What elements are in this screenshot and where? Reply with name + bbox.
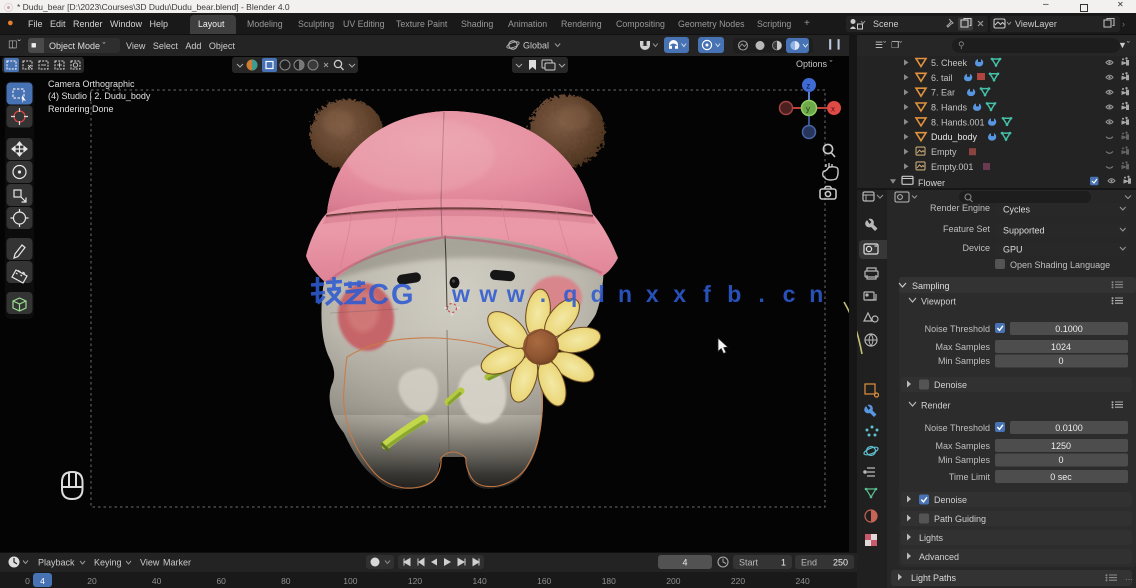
svg-text:Max Samples: Max Samples [935,342,990,352]
svg-text:Min Samples: Min Samples [938,356,991,366]
svg-text:200: 200 [666,576,680,586]
svg-text:Viewport: Viewport [921,297,956,307]
svg-text:220: 220 [731,576,745,586]
svg-text:Playback: Playback [38,558,75,568]
svg-text:0.1000: 0.1000 [1055,324,1083,334]
svg-text:.: . [540,281,546,307]
svg-text:Min Samples: Min Samples [938,455,991,465]
svg-text:Keying: Keying [94,558,122,568]
svg-text:1024: 1024 [1051,342,1071,352]
svg-text:0 sec: 0 sec [1050,472,1072,482]
svg-text:Marker: Marker [163,558,191,568]
svg-text:x: x [673,281,686,307]
svg-text:Light Paths: Light Paths [911,573,957,583]
svg-text:View: View [140,558,160,568]
svg-text:Noise Threshold: Noise Threshold [925,423,990,433]
svg-text:Denoise: Denoise [934,380,967,390]
svg-text:Sampling: Sampling [912,281,950,291]
svg-text:6. tail: 6. tail [931,73,953,83]
svg-text:x: x [831,105,835,114]
svg-text:Flower: Flower [918,178,945,188]
svg-text:160: 160 [537,576,551,586]
svg-text:240: 240 [796,576,810,586]
svg-text:y: y [806,105,810,114]
svg-text:60: 60 [216,576,226,586]
svg-text:Empty.001: Empty.001 [931,162,973,172]
svg-text:Start: Start [739,558,759,568]
svg-text:Open Shading Language: Open Shading Language [1010,260,1110,270]
svg-text:.: . [758,281,764,307]
svg-text:0.0100: 0.0100 [1055,423,1083,433]
svg-text:Device: Device [962,243,990,253]
svg-text:End: End [801,558,817,568]
svg-text:c: c [783,281,796,307]
svg-text:0: 0 [1058,455,1063,465]
svg-text:Supported: Supported [1003,226,1045,236]
svg-text:x: x [646,281,659,307]
svg-text:Noise Threshold: Noise Threshold [925,324,990,334]
svg-text:d: d [591,281,605,307]
svg-text:Time Limit: Time Limit [949,472,991,482]
svg-text:b: b [727,281,741,307]
svg-text:Global: Global [523,41,549,51]
svg-text:Lights: Lights [919,533,944,543]
svg-text:w: w [478,281,497,307]
svg-text:140: 140 [473,576,487,586]
svg-text:Feature Set: Feature Set [943,224,991,234]
svg-text:8. Hands.001: 8. Hands.001 [931,117,985,127]
svg-text:q: q [563,281,577,307]
svg-text:Render: Render [921,401,951,411]
svg-text:7. Ear: 7. Ear [931,88,955,98]
svg-text:w: w [451,281,470,307]
svg-text:4: 4 [682,558,687,568]
svg-text:w: w [506,281,525,307]
svg-text:GPU: GPU [1003,245,1023,255]
svg-text:Denoise: Denoise [934,495,967,505]
svg-text:0: 0 [25,576,30,586]
svg-text:0: 0 [1058,356,1063,366]
svg-text:8. Hands: 8. Hands [931,103,968,113]
svg-text:250: 250 [833,558,848,568]
svg-text:z: z [806,82,810,91]
svg-text:Render Engine: Render Engine [930,203,990,213]
svg-text:20: 20 [87,576,97,586]
svg-text:80: 80 [281,576,291,586]
svg-text:n: n [809,281,823,307]
svg-text:Path Guiding: Path Guiding [934,514,986,524]
svg-text:Dudu_body: Dudu_body [931,132,978,142]
svg-text:n: n [618,281,632,307]
svg-text:40: 40 [152,576,162,586]
svg-text:f: f [703,281,711,307]
svg-text:Cycles: Cycles [1003,205,1031,215]
svg-text:5. Cheek: 5. Cheek [931,58,968,68]
svg-text:1250: 1250 [1051,441,1071,451]
svg-text:Empty: Empty [931,147,957,157]
svg-text:⋯: ⋯ [1125,575,1133,584]
svg-text:180: 180 [602,576,616,586]
svg-text:120: 120 [408,576,422,586]
svg-text:4: 4 [40,576,45,586]
svg-text:Max Samples: Max Samples [935,441,990,451]
svg-text:CG: CG [368,279,416,311]
svg-text:100: 100 [343,576,357,586]
svg-text:1: 1 [781,558,786,568]
svg-text:Advanced: Advanced [919,552,959,562]
